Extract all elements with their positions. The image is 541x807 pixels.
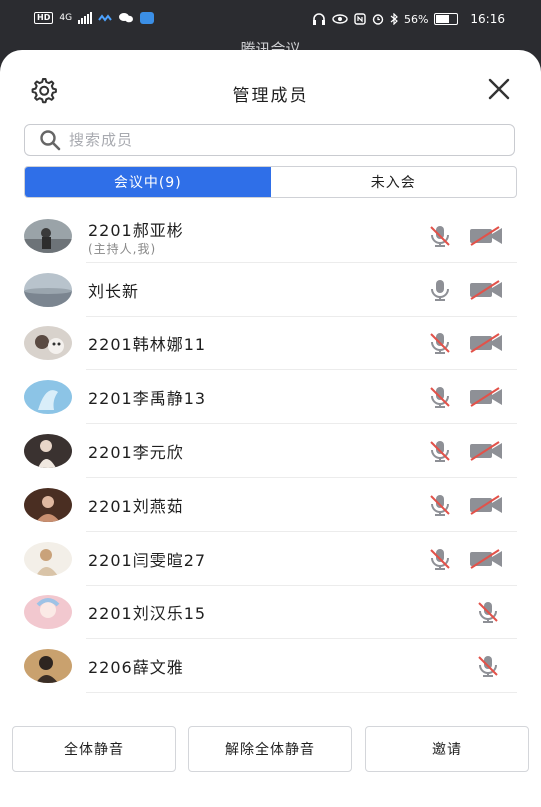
unmute-all-button[interactable]: 解除全体静音 <box>188 726 352 772</box>
member-row[interactable]: 刘长新 <box>0 263 541 317</box>
camera-off-icon[interactable] <box>469 226 503 246</box>
manage-members-sheet: 管理成员 会议中(9) 未入会 2201郝亚彬 (主持人,我) 刘长新 <box>0 50 541 807</box>
status-bar: HD 4G 56% 16:16 <box>0 0 541 40</box>
avatar <box>24 218 72 253</box>
member-name: 2206薛文雅 <box>88 658 184 678</box>
wechat-icon <box>119 13 134 23</box>
member-row[interactable]: 2201刘汉乐15 <box>0 586 541 640</box>
avatar <box>24 595 72 630</box>
avatar <box>24 541 72 576</box>
hd-indicator: HD <box>34 12 54 24</box>
camera-off-icon[interactable] <box>469 387 503 408</box>
avatar <box>24 326 72 361</box>
tab-in-meeting[interactable]: 会议中(9) <box>25 167 271 197</box>
row-divider <box>86 692 517 694</box>
member-tabs: 会议中(9) 未入会 <box>24 166 517 198</box>
alarm-icon <box>372 14 384 25</box>
member-name: 2201韩林娜11 <box>88 335 207 355</box>
camera-off-icon[interactable] <box>469 441 503 461</box>
member-row[interactable]: 2201韩林娜11 <box>0 317 541 371</box>
avatar <box>24 380 72 415</box>
camera-off-icon[interactable] <box>469 548 503 569</box>
member-row[interactable]: 2201闫雯暄27 <box>0 532 541 586</box>
mic-muted-icon[interactable] <box>428 331 452 355</box>
member-name: 2201李元欣 <box>88 443 184 463</box>
avatar <box>24 272 72 307</box>
battery-percent: 56% <box>403 12 429 26</box>
member-role: (主持人,我) <box>88 242 157 256</box>
member-name: 2201闫雯暄27 <box>88 550 207 570</box>
avatar <box>24 487 72 522</box>
signal-icon <box>78 12 93 24</box>
close-icon[interactable] <box>487 77 511 101</box>
mic-muted-icon[interactable] <box>476 654 500 678</box>
avatar <box>24 649 72 684</box>
member-name: 刘长新 <box>88 281 140 301</box>
avatar <box>24 434 72 469</box>
sheet-header: 管理成员 <box>0 50 541 130</box>
mic-muted-icon[interactable] <box>428 547 452 571</box>
camera-off-icon[interactable] <box>469 495 503 515</box>
member-row[interactable]: 2201李元欣 <box>0 424 541 478</box>
search-input[interactable] <box>67 130 471 150</box>
clock: 16:16 <box>470 12 505 26</box>
camera-off-icon[interactable] <box>469 279 503 300</box>
bluetooth-icon <box>390 13 398 25</box>
sheet-title: 管理成员 <box>232 86 309 106</box>
member-row[interactable]: 2201刘燕茹 <box>0 478 541 532</box>
tab-not-joined[interactable]: 未入会 <box>271 167 517 197</box>
eye-icon <box>332 14 348 24</box>
mic-muted-icon[interactable] <box>428 385 452 409</box>
mic-muted-icon[interactable] <box>428 224 452 248</box>
member-list: 2201郝亚彬 (主持人,我) 刘长新 2201韩林娜11 2201李禹静13 <box>0 209 541 694</box>
invite-button[interactable]: 邀请 <box>365 726 529 772</box>
member-name: 2201刘汉乐15 <box>88 604 207 624</box>
member-name: 2201刘燕茹 <box>88 496 184 516</box>
nfc-icon <box>354 13 366 25</box>
network-type: 4G <box>59 13 73 23</box>
search-icon <box>40 130 61 151</box>
wave-icon <box>98 14 112 22</box>
battery-icon <box>434 13 459 25</box>
app-notification-icon <box>140 12 155 24</box>
member-name: 2201李禹静13 <box>88 389 207 409</box>
mic-muted-icon[interactable] <box>476 600 500 624</box>
headphones-icon <box>312 13 325 25</box>
member-row[interactable]: 2206薛文雅 <box>0 639 541 694</box>
mute-all-button[interactable]: 全体静音 <box>12 726 176 772</box>
mic-muted-icon[interactable] <box>428 493 452 517</box>
footer-actions: 全体静音 解除全体静音 邀请 <box>0 726 541 772</box>
search-box[interactable] <box>24 124 515 156</box>
member-name: 2201郝亚彬 <box>88 221 184 240</box>
camera-off-icon[interactable] <box>469 333 503 354</box>
mic-muted-icon[interactable] <box>428 439 452 463</box>
member-row[interactable]: 2201李禹静13 <box>0 370 541 425</box>
member-row[interactable]: 2201郝亚彬 (主持人,我) <box>0 209 541 263</box>
mic-icon[interactable] <box>428 278 452 302</box>
